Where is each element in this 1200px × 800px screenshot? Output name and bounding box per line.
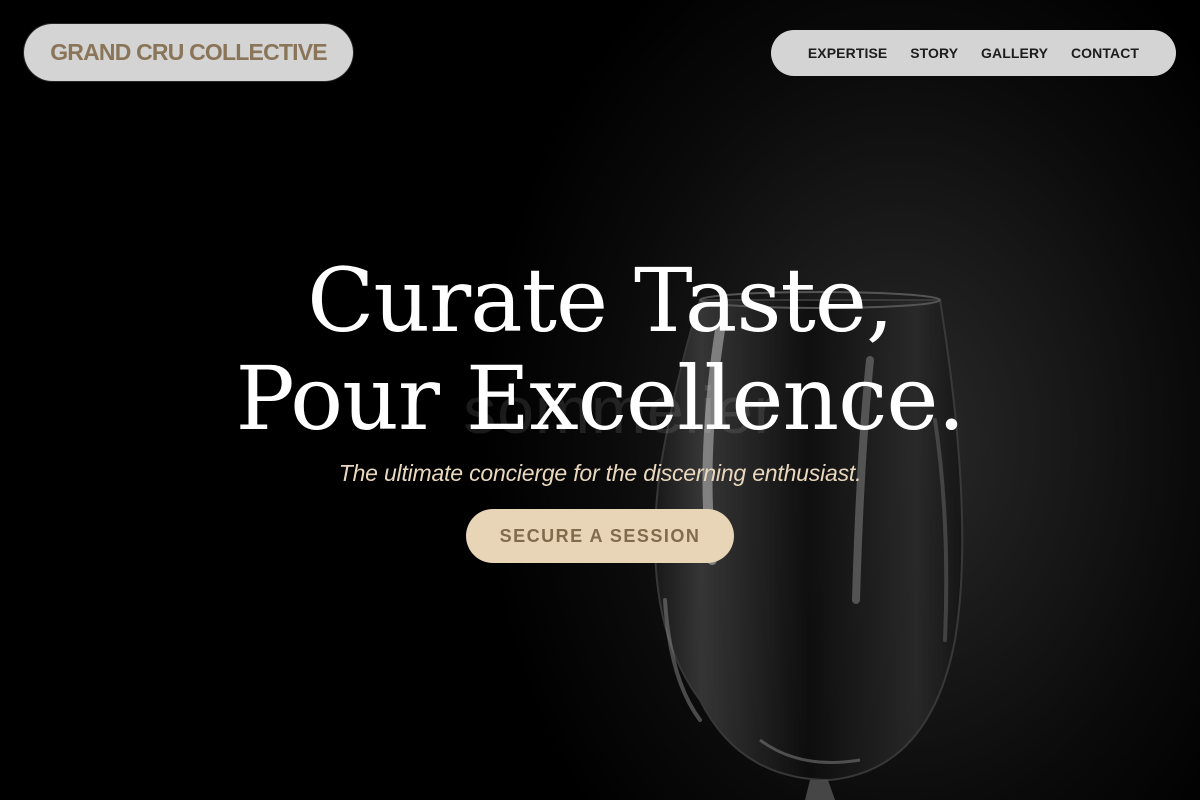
nav-item-gallery[interactable]: GALLERY [981,45,1048,61]
nav-item-expertise[interactable]: EXPERTISE [808,45,887,61]
main-nav: EXPERTISE STORY GALLERY CONTACT [771,30,1176,76]
hero-title: Curate Taste, Pour Excellence. [0,252,1200,448]
brand-name: GRAND CRU COLLECTIVE [50,39,327,65]
hero-title-line-1: Curate Taste, [307,249,894,352]
logo[interactable]: GRAND CRU COLLECTIVE [24,24,353,81]
hero-subtitle: The ultimate concierge for the discernin… [338,460,862,486]
secure-session-button[interactable]: SECURE A SESSION [466,509,734,563]
hero-title-line-2: Pour Excellence. [235,347,966,450]
nav-item-contact[interactable]: CONTACT [1071,45,1139,61]
nav-item-story[interactable]: STORY [910,45,958,61]
